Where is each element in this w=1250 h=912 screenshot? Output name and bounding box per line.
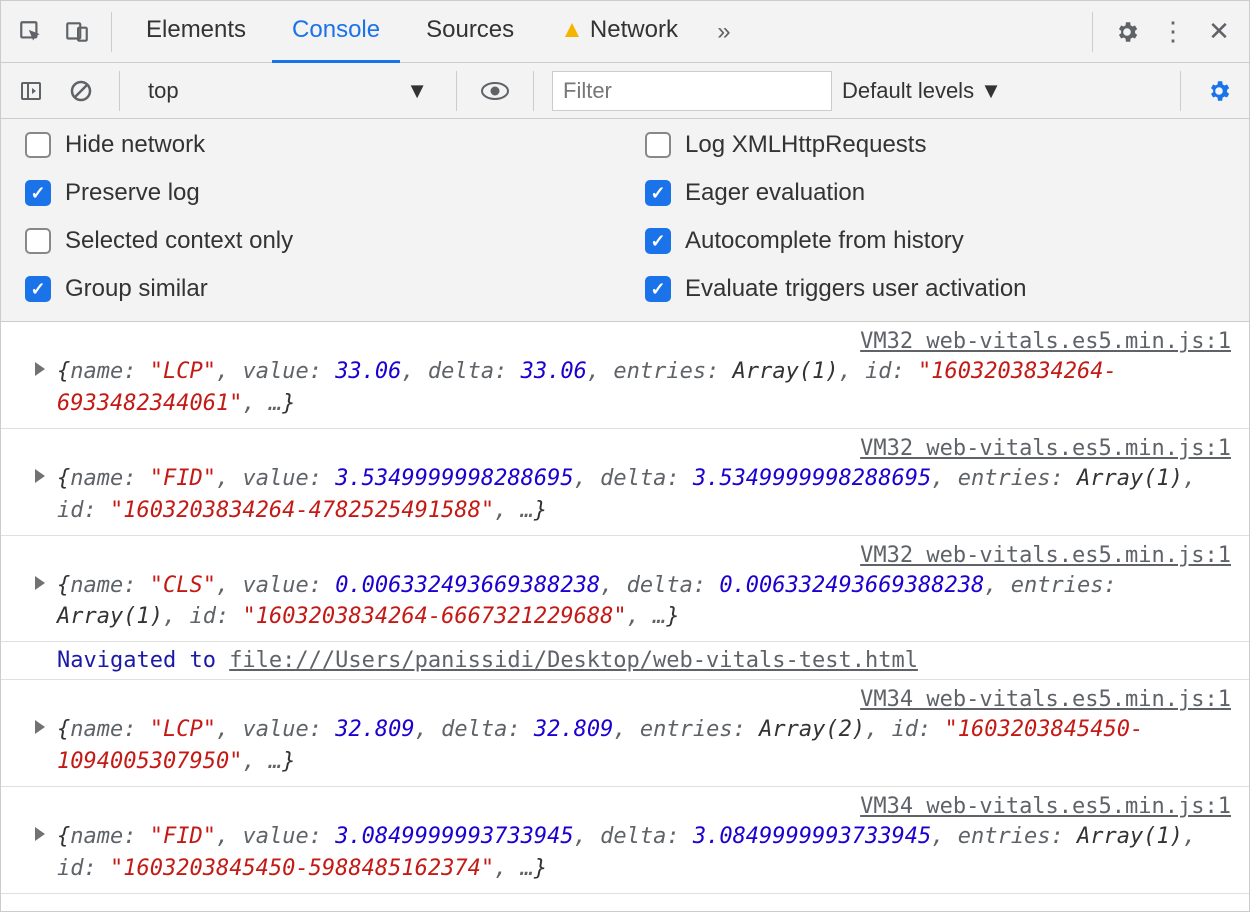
checkbox-icon — [25, 276, 51, 302]
nav-prefix: Navigated to — [57, 648, 229, 673]
checkbox-icon — [25, 132, 51, 158]
more-tabs-icon[interactable]: » — [704, 12, 744, 52]
source-link[interactable]: VM34 web-vitals.es5.min.js:1 — [860, 684, 1231, 716]
chevron-down-icon: ▼ — [980, 78, 1002, 104]
source-link[interactable]: VM32 web-vitals.es5.min.js:1 — [860, 540, 1231, 572]
console-toolbar: top ▼ Default levels ▼ — [1, 63, 1249, 119]
settings-gear-icon[interactable] — [1107, 12, 1147, 52]
checkbox-icon — [645, 276, 671, 302]
checkbox-label: Hide network — [65, 131, 205, 159]
live-expression-icon[interactable] — [475, 71, 515, 111]
console-message[interactable]: VM32 web-vitals.es5.min.js:1{name: "FID"… — [1, 429, 1249, 536]
checkbox-icon — [645, 228, 671, 254]
tab-sources[interactable]: Sources — [406, 1, 534, 63]
navigation-message: Navigated to file:///Users/panissidi/Des… — [1, 642, 1249, 680]
console-message[interactable]: VM34 web-vitals.es5.min.js:1{name: "LCP"… — [1, 680, 1249, 787]
console-message[interactable]: VM32 web-vitals.es5.min.js:1{name: "LCP"… — [1, 322, 1249, 429]
device-toggle-icon[interactable] — [57, 12, 97, 52]
expand-triangle-icon[interactable] — [35, 720, 45, 734]
checkbox-eval-user-activation[interactable]: Evaluate triggers user activation — [645, 275, 1225, 303]
console-settings-panel: Hide network Log XMLHttpRequests Preserv… — [1, 119, 1249, 322]
filter-input[interactable] — [552, 71, 832, 111]
console-output[interactable]: VM32 web-vitals.es5.min.js:1{name: "LCP"… — [1, 322, 1249, 911]
warning-icon: ▲ — [560, 16, 584, 44]
checkbox-icon — [25, 228, 51, 254]
checkbox-icon — [25, 180, 51, 206]
context-value: top — [148, 78, 179, 104]
expand-triangle-icon[interactable] — [35, 827, 45, 841]
expand-triangle-icon[interactable] — [35, 469, 45, 483]
expand-triangle-icon[interactable] — [35, 362, 45, 376]
checkbox-label: Autocomplete from history — [685, 227, 964, 255]
devtools-panel: Elements Console Sources ▲ Network » ⋮ ✕… — [0, 0, 1250, 912]
checkbox-selected-context[interactable]: Selected context only — [25, 227, 605, 255]
checkbox-label: Preserve log — [65, 179, 200, 207]
checkbox-group-similar[interactable]: Group similar — [25, 275, 605, 303]
divider — [1092, 12, 1093, 52]
expand-triangle-icon[interactable] — [35, 576, 45, 590]
divider — [119, 71, 120, 111]
console-settings-gear-icon[interactable] — [1199, 71, 1239, 111]
nav-url-link[interactable]: file:///Users/panissidi/Desktop/web-vita… — [229, 648, 918, 673]
checkbox-preserve-log[interactable]: Preserve log — [25, 179, 605, 207]
source-link[interactable]: VM32 web-vitals.es5.min.js:1 — [860, 433, 1231, 465]
checkbox-icon — [645, 180, 671, 206]
checkbox-label: Evaluate triggers user activation — [685, 275, 1027, 303]
sidebar-toggle-icon[interactable] — [11, 71, 51, 111]
divider — [456, 71, 457, 111]
checkbox-label: Log XMLHttpRequests — [685, 131, 926, 159]
context-selector[interactable]: top ▼ — [138, 71, 438, 111]
log-levels-selector[interactable]: Default levels ▼ — [842, 78, 1002, 104]
close-icon[interactable]: ✕ — [1199, 12, 1239, 52]
divider — [533, 71, 534, 111]
checkbox-eager-evaluation[interactable]: Eager evaluation — [645, 179, 1225, 207]
checkbox-icon — [645, 132, 671, 158]
checkbox-label: Group similar — [65, 275, 208, 303]
kebab-menu-icon[interactable]: ⋮ — [1153, 12, 1193, 52]
checkbox-label: Selected context only — [65, 227, 293, 255]
console-message[interactable]: VM34 web-vitals.es5.min.js:1{name: "FID"… — [1, 787, 1249, 894]
checkbox-autocomplete[interactable]: Autocomplete from history — [645, 227, 1225, 255]
levels-label: Default levels — [842, 78, 974, 104]
clear-console-icon[interactable] — [61, 71, 101, 111]
main-tab-bar: Elements Console Sources ▲ Network » ⋮ ✕ — [1, 1, 1249, 63]
tab-network[interactable]: ▲ Network — [540, 1, 698, 63]
source-link[interactable]: VM32 web-vitals.es5.min.js:1 — [860, 326, 1231, 358]
source-link[interactable]: VM34 web-vitals.es5.min.js:1 — [860, 791, 1231, 823]
tab-console[interactable]: Console — [272, 1, 400, 63]
checkbox-label: Eager evaluation — [685, 179, 865, 207]
inspect-icon[interactable] — [11, 12, 51, 52]
checkbox-log-xhr[interactable]: Log XMLHttpRequests — [645, 131, 1225, 159]
console-message[interactable]: VM32 web-vitals.es5.min.js:1{name: "CLS"… — [1, 536, 1249, 643]
divider — [111, 12, 112, 52]
checkbox-hide-network[interactable]: Hide network — [25, 131, 605, 159]
tab-network-label: Network — [590, 16, 678, 44]
chevron-down-icon: ▼ — [406, 78, 428, 104]
tab-elements[interactable]: Elements — [126, 1, 266, 63]
divider — [1180, 71, 1181, 111]
